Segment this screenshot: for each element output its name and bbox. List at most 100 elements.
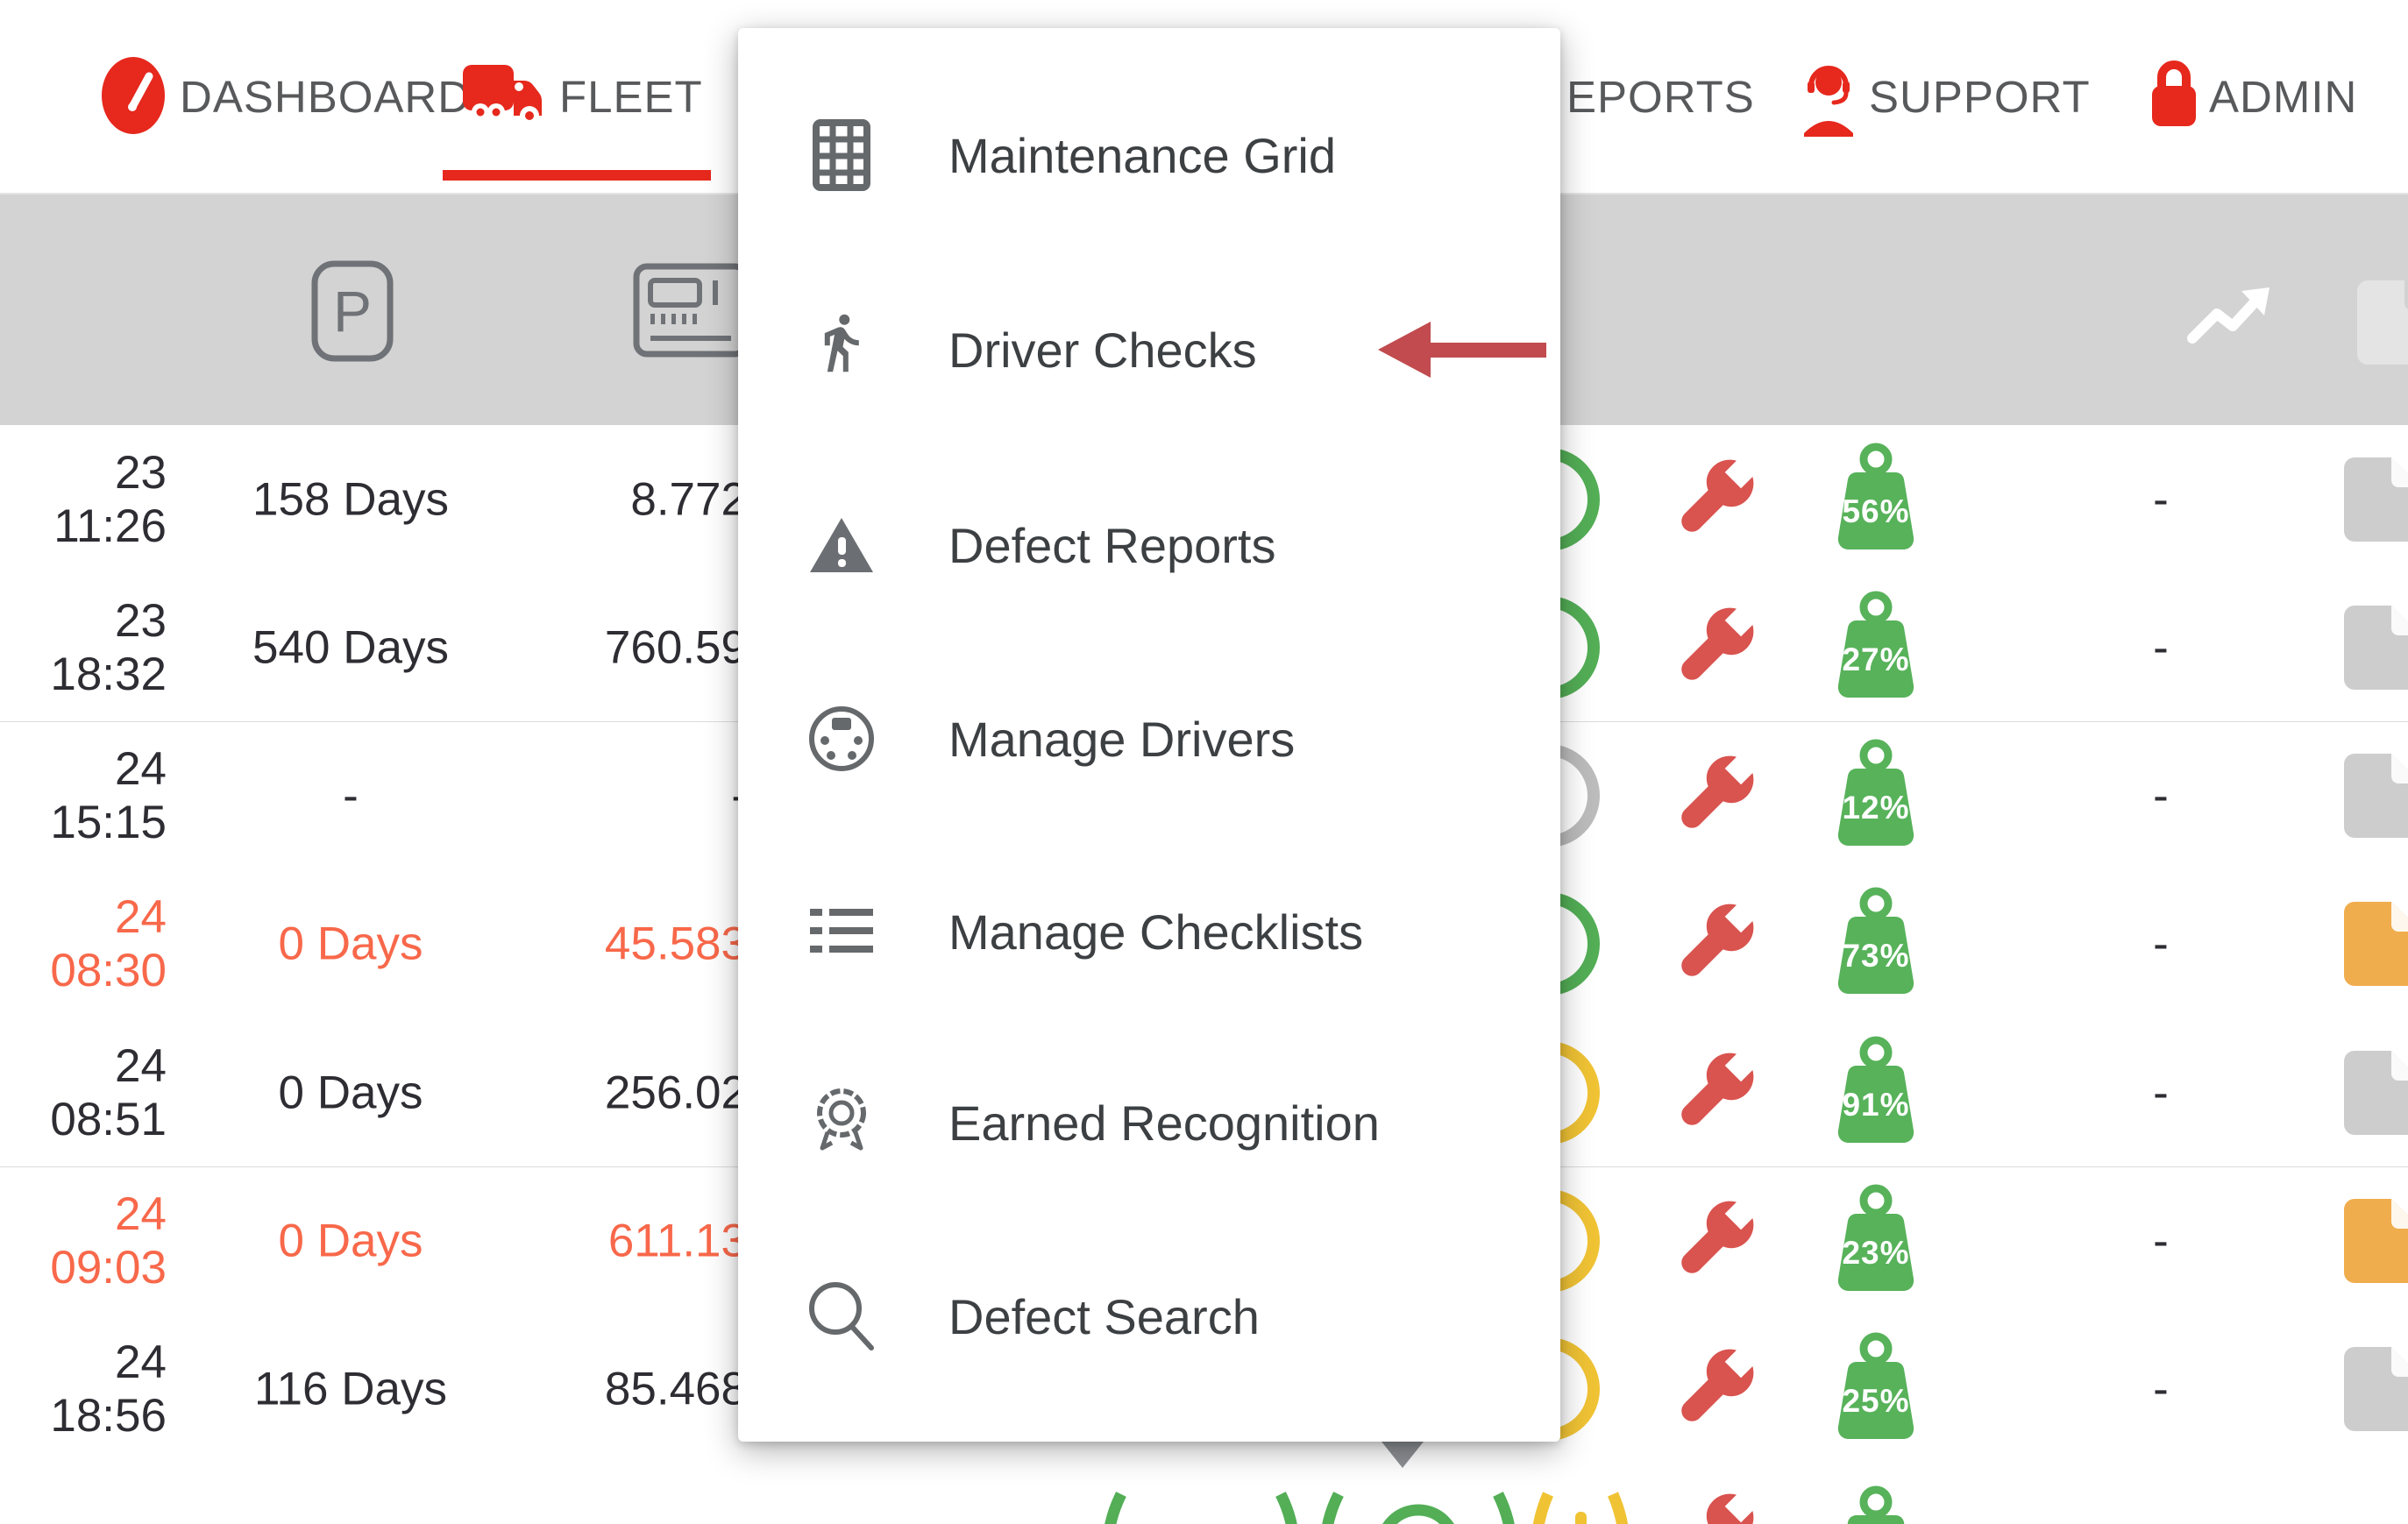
menu-item-label: Earned Recognition [948,1095,1380,1152]
last-check-datetime: 23 11:26 [0,446,167,553]
weight-icon[interactable]: 23% [1830,1184,1921,1298]
active-tab-underline [443,170,711,181]
days-remaining: 0 Days [237,1066,465,1119]
empty-value-dash: - [2113,918,2209,971]
empty-value-dash: - [2113,620,2209,674]
file-icon[interactable] [2341,604,2408,691]
menu-item-defect-search[interactable]: Defect Search [738,1251,1560,1382]
filter-caret-tip-icon [1380,1442,1425,1470]
award-icon [804,1081,879,1165]
weight-percent: 12% [1830,790,1921,826]
empty-value-dash: - [2113,1066,2209,1119]
wrench-icon[interactable] [1666,1193,1762,1289]
grid-icon [804,113,879,197]
tachograph-head-icon [633,263,749,358]
weight-percent: 73% [1830,938,1921,975]
wrench-icon[interactable] [1666,1045,1762,1141]
file-icon[interactable] [2341,456,2408,543]
empty-value-dash: - [2113,472,2209,526]
days-remaining: 0 Days [237,918,465,971]
mileage-value: 611.13 [491,1215,747,1268]
menu-item-label: Driver Checks [948,322,1257,379]
weight-percent: 27% [1830,641,1921,678]
weight-percent: 91% [1830,1087,1921,1124]
wrench-icon [1666,1485,1762,1524]
last-check-datetime: 23 18:32 [0,594,167,701]
file-icon[interactable] [2341,752,2408,840]
file-icon[interactable] [2341,1197,2408,1285]
days-remaining: - [237,769,465,823]
wrench-icon[interactable] [1666,451,1762,548]
parking-icon: P [310,259,394,363]
wrench-icon[interactable] [1666,599,1762,696]
weight-icon[interactable]: 56% [1830,443,1921,556]
days-remaining: 116 Days [237,1363,465,1416]
lock-icon [2146,54,2202,131]
weight-percent: 23% [1830,1235,1921,1272]
trending-up-icon[interactable] [2187,280,2271,351]
menu-item-label: Manage Checklists [948,904,1363,960]
nav-item-dashboard[interactable]: DASHBOARD [180,0,471,193]
ebs-circle-icon: EBS [1091,1485,1311,1524]
days-remaining: 540 Days [237,620,465,674]
annotation-arrow-icon [1376,315,1552,385]
weight-percent: 56% [1830,493,1921,530]
menu-item-manage-checklists[interactable]: Manage Checklists [738,866,1560,997]
weight-icon [1830,1485,1921,1524]
gauge-icon [98,54,168,137]
menu-item-label: Maintenance Grid [948,127,1336,184]
last-check-datetime: 24 18:56 [0,1336,167,1442]
weight-percent: 25% [1830,1383,1921,1420]
headset-icon [1797,58,1860,137]
menu-item-earned-recognition[interactable]: Earned Recognition [738,1057,1560,1188]
search-icon [804,1274,879,1358]
file-icon[interactable] [2341,1345,2408,1433]
weight-icon[interactable]: 91% [1830,1036,1921,1150]
menu-item-label: Defect Reports [948,517,1276,574]
nav-item-reports[interactable]: EPORTS [1566,0,1755,193]
menu-item-maintenance-grid[interactable]: Maintenance Grid [738,89,1560,221]
document-icon [2354,266,2408,379]
svg-text:P: P [333,279,372,344]
menu-item-manage-drivers[interactable]: Manage Drivers [738,673,1560,805]
weight-icon[interactable]: 25% [1830,1332,1921,1446]
weight-icon[interactable]: 27% [1830,591,1921,705]
days-remaining: 158 Days [237,472,465,526]
warning-circle-icon [1524,1485,1637,1524]
last-check-datetime: 24 15:15 [0,742,167,849]
empty-value-dash: - [2113,1363,2209,1416]
mileage-value: 45.583 [491,918,747,971]
weight-icon[interactable]: 12% [1830,739,1921,853]
nav-item-support[interactable]: SUPPORT [1869,0,2091,193]
nav-item-fleet[interactable]: FLEET [559,0,703,193]
warning-triangle-icon [804,503,879,587]
tachograph-disc-icon [804,697,879,781]
file-icon[interactable] [2341,1049,2408,1137]
empty-value-dash: - [2113,1215,2209,1268]
list-icon [804,890,879,974]
mileage-value: - [491,769,747,823]
fleet-dropdown-menu: Maintenance Grid Driver Checks Defect Re… [738,28,1560,1442]
wrench-icon[interactable] [1666,896,1762,992]
pedestrian-icon [804,308,879,392]
wrench-icon[interactable] [1666,1341,1762,1437]
table-row-partial[interactable]: EBS [0,1464,2408,1524]
weight-icon[interactable]: 73% [1830,887,1921,1001]
last-check-datetime: 24 08:30 [0,890,167,997]
file-icon[interactable] [2341,900,2408,988]
nav-item-admin[interactable]: ADMIN [2209,0,2357,193]
menu-item-label: Manage Drivers [948,711,1295,768]
brake-circle-icon [1309,1485,1528,1524]
mileage-value: 256.02 [491,1066,747,1119]
mileage-value: 760.59 [491,620,747,674]
mileage-value: 85.468 [491,1363,747,1416]
mileage-value: 8.772 [491,472,747,526]
last-check-datetime: 24 09:03 [0,1187,167,1294]
menu-item-defect-reports[interactable]: Defect Reports [738,479,1560,611]
menu-item-label: Defect Search [948,1288,1260,1345]
last-check-datetime: 24 08:51 [0,1039,167,1146]
days-remaining: 0 Days [237,1215,465,1268]
empty-value-dash: - [2113,769,2209,823]
truck-icon [459,61,547,133]
wrench-icon[interactable] [1666,748,1762,844]
